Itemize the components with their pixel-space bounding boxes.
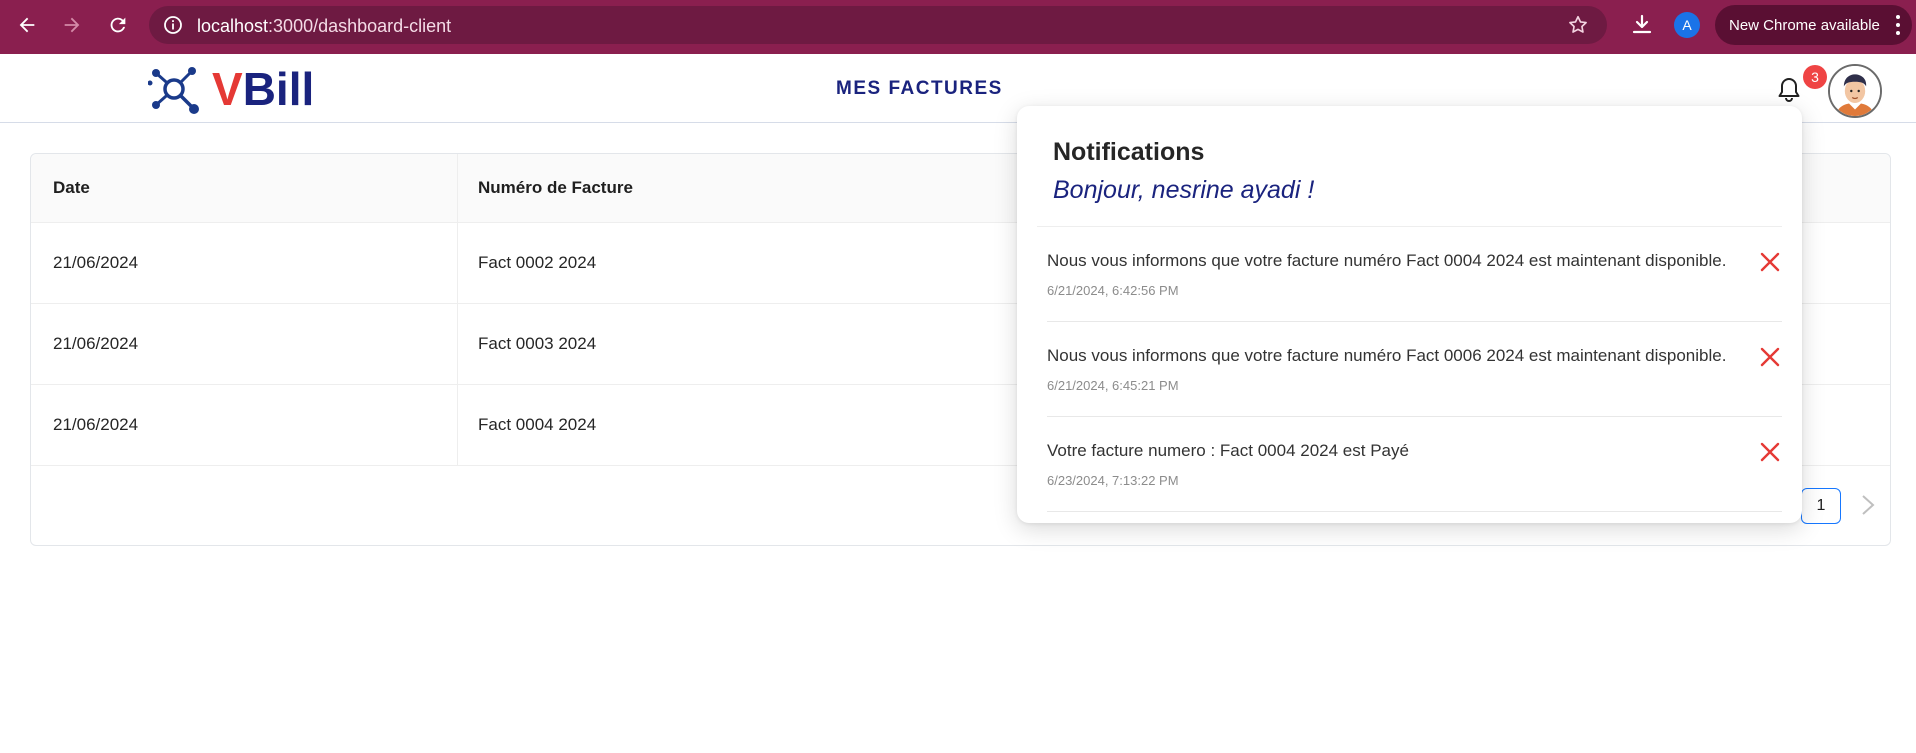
bookmark-star-icon[interactable] xyxy=(1567,14,1589,36)
notification-item: Votre facture numero : Fact 0004 2024 es… xyxy=(1047,417,1782,512)
notification-message: Votre facture numero : Fact 0004 2024 es… xyxy=(1047,441,1409,460)
cell-date: 21/06/2024 xyxy=(53,253,139,272)
user-avatar[interactable] xyxy=(1828,64,1882,118)
notification-message: Nous vous informons que votre facture nu… xyxy=(1047,346,1727,365)
page-title: MES FACTURES xyxy=(836,78,1003,99)
browser-toolbar: localhost:3000/dashboard-client A New Ch… xyxy=(0,0,1916,54)
close-icon[interactable] xyxy=(1758,250,1782,274)
cell-numero: Fact 0002 2024 xyxy=(478,253,597,272)
notifications-title: Notifications xyxy=(1053,138,1205,166)
menu-kebab-icon[interactable] xyxy=(1896,15,1900,35)
notification-time: 6/21/2024, 6:45:21 PM xyxy=(1047,378,1179,393)
bell-icon[interactable] xyxy=(1776,76,1802,104)
close-icon[interactable] xyxy=(1758,345,1782,369)
column-header-numero[interactable]: Numéro de Facture xyxy=(478,178,633,198)
notification-message: Nous vous informons que votre facture nu… xyxy=(1047,251,1727,270)
cell-date: 21/06/2024 xyxy=(53,334,139,353)
new-chrome-label: New Chrome available xyxy=(1729,16,1880,34)
cell-numero: Fact 0004 2024 xyxy=(478,415,597,434)
site-info-icon[interactable] xyxy=(163,15,183,35)
notifications-greeting: Bonjour, nesrine ayadi ! xyxy=(1053,176,1315,204)
notification-count-badge: 3 xyxy=(1803,65,1827,89)
logo-text: VBill xyxy=(212,63,315,115)
notification-item: Nous vous informons que votre facture nu… xyxy=(1047,322,1782,417)
vbill-logo[interactable]: VBill xyxy=(148,63,315,115)
profile-avatar[interactable]: A xyxy=(1674,12,1700,38)
chevron-right-icon[interactable] xyxy=(1857,490,1879,520)
cell-date: 21/06/2024 xyxy=(53,415,139,434)
notification-time: 6/23/2024, 7:13:22 PM xyxy=(1047,473,1179,488)
forward-icon[interactable] xyxy=(60,13,84,37)
new-chrome-button[interactable]: New Chrome available xyxy=(1715,5,1912,45)
notification-time: 6/21/2024, 6:42:56 PM xyxy=(1047,283,1179,298)
network-logo-icon xyxy=(148,67,199,114)
notifications-dropdown: Notifications Bonjour, nesrine ayadi ! N… xyxy=(1017,106,1802,523)
url-text: localhost:3000/dashboard-client xyxy=(197,16,452,36)
download-icon[interactable] xyxy=(1630,13,1654,37)
back-icon[interactable] xyxy=(15,13,39,37)
reload-icon[interactable] xyxy=(106,13,130,37)
address-bar[interactable]: localhost:3000/dashboard-client xyxy=(149,6,1607,44)
close-icon[interactable] xyxy=(1758,440,1782,464)
notification-item: Nous vous informons que votre facture nu… xyxy=(1047,227,1782,322)
pagination-page-1[interactable]: 1 xyxy=(1801,488,1841,524)
cell-numero: Fact 0003 2024 xyxy=(478,334,597,353)
column-header-date[interactable]: Date xyxy=(53,178,90,198)
